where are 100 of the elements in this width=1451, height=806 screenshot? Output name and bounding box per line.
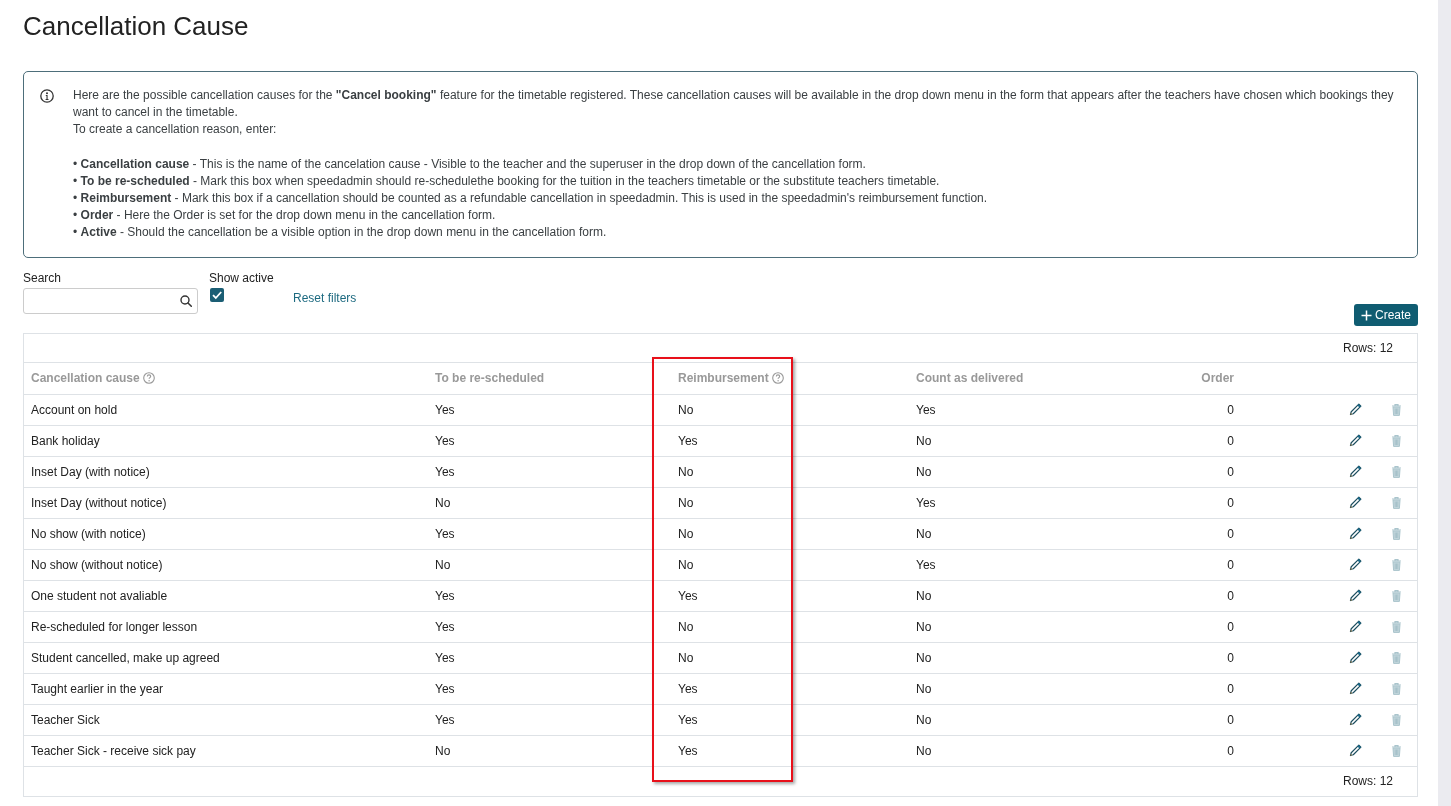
table-cell: Taught earlier in the year [24,673,428,704]
table-cell: No [909,642,1161,673]
table-cell: No [909,611,1161,642]
table-cell: No [671,394,909,425]
pencil-icon[interactable] [1349,681,1362,695]
help-icon[interactable] [771,372,784,385]
column-header[interactable]: Count as delivered [916,371,1024,386]
table-cell: Yes [428,580,671,611]
table-cell: No [671,518,909,549]
table-cell: 0 [1161,642,1241,673]
column-header[interactable]: Cancellation cause [31,371,140,386]
info-bullet-item: • Active - Should the cancellation be a visible option in the drop down menu in the cancellation form. [73,224,608,241]
table-cell: 0 [1161,394,1241,425]
table-cell: Yes [428,673,671,704]
trash-icon[interactable] [1391,588,1402,602]
table-cell: Yes [428,704,671,735]
pencil-icon[interactable] [1349,433,1362,447]
pencil-icon[interactable] [1349,464,1362,478]
pencil-icon[interactable] [1349,650,1362,664]
pencil-icon[interactable] [1349,743,1362,757]
pencil-icon[interactable] [1349,588,1362,602]
table-cell: Yes [671,735,909,766]
trash-icon[interactable] [1391,433,1402,447]
trash-icon[interactable] [1391,495,1402,509]
table-cell: Yes [428,456,671,487]
table-cell: Yes [909,487,1161,518]
pencil-icon[interactable] [1349,619,1362,633]
table-cell: No [671,487,909,518]
search-icon[interactable] [180,295,192,307]
table-cell: No show (with notice) [24,518,428,549]
table-cell: No [671,611,909,642]
table-cell: 0 [1161,611,1241,642]
table-cell: No [671,456,909,487]
trash-icon[interactable] [1391,681,1402,695]
column-header[interactable]: Reimbursement [678,371,769,386]
trash-icon[interactable] [1391,557,1402,571]
table-cell: 0 [1161,735,1241,766]
pencil-icon[interactable] [1349,526,1362,540]
trash-icon[interactable] [1391,743,1402,757]
table-cell: Yes [428,642,671,673]
row-count: Rows: 12 [1342,773,1393,788]
table-cell: Yes [909,394,1161,425]
table-cell: No show (without notice) [24,549,428,580]
table-cell: No [428,487,671,518]
table-cell: No [909,518,1161,549]
table-cell: No [671,549,909,580]
info-bullet-item: • Reimbursement - Mark this box if a cancellation should be counted as a refundable cancellation in speedadmin. This is used in the speedadmin's reimbursement function. [73,190,989,207]
table-cell: No [909,704,1161,735]
table-cell: No [909,456,1161,487]
trash-icon[interactable] [1391,464,1402,478]
table-cell: Yes [428,518,671,549]
info-text: Here are the possible cancellation causes for the "Cancel booking" feature for the timetable registered. These cancellation causes will be available in the drop down menu in the form that appears after the teachers have chosen which bookings they want to cancel in the timetable. [73,87,1395,121]
table-cell: Yes [428,394,671,425]
column-header[interactable]: Order [1201,371,1234,386]
table-cell: Yes [428,611,671,642]
trash-icon[interactable] [1391,526,1402,540]
table-cell: 0 [1161,549,1241,580]
table-cell: Teacher Sick - receive sick pay [24,735,428,766]
help-icon[interactable] [142,372,155,385]
trash-icon[interactable] [1391,712,1402,726]
table-cell: Bank holiday [24,425,428,456]
pencil-icon[interactable] [1349,495,1362,509]
table-cell: Yes [671,580,909,611]
plus-icon [1360,309,1372,321]
field-label: Search [23,271,63,285]
pencil-icon[interactable] [1349,557,1362,571]
table-cell: 0 [1161,456,1241,487]
create-button[interactable]: Create [1353,304,1418,326]
trash-icon[interactable] [1391,650,1402,664]
table-cell: 0 [1161,518,1241,549]
pencil-icon[interactable] [1349,712,1362,726]
reset-filters-link[interactable]: Reset filters [293,291,357,305]
info-bullet-item: • Cancellation cause - This is the name of the cancelation cause - Visible to the teacher and the superuser in the drop down of the cancellation form. [73,156,867,173]
column-header[interactable]: To be re-scheduled [435,371,545,386]
table-cell: 0 [1161,580,1241,611]
table-cell: No [909,425,1161,456]
table-cell: Inset Day (without notice) [24,487,428,518]
table-cell: Re-scheduled for longer lesson [24,611,428,642]
trash-icon[interactable] [1391,402,1402,416]
table-cell: Inset Day (with notice) [24,456,428,487]
table-cell: One student not avaliable [24,580,428,611]
table-cell: 0 [1161,673,1241,704]
table-cell: Teacher Sick [24,704,428,735]
info-text: To create a cancellation reason, enter: [73,121,278,138]
table-cell: Student cancelled, make up agreed [24,642,428,673]
info-bullet-item: • To be re-scheduled - Mark this box when speedadmin should re-schedulethe booking for the tuition in the teachers timetable or the substitute teachers timetable. [73,173,941,190]
page-title: Cancellation Cause [23,10,250,42]
info-bullet-item: • Order - Here the Order is set for the drop down menu in the cancellation form. [73,207,497,224]
row-count: Rows: 12 [1342,341,1393,355]
table-cell: No [428,735,671,766]
table-cell: No [909,580,1161,611]
table-cell: 0 [1161,704,1241,735]
search-field[interactable] [23,288,198,314]
table-cell: Yes [909,549,1161,580]
table-cell: Account on hold [24,394,428,425]
trash-icon[interactable] [1391,619,1402,633]
table-cell: Yes [671,673,909,704]
pencil-icon[interactable] [1349,402,1362,416]
table-cell: 0 [1161,425,1241,456]
show-active-checkbox[interactable] [210,288,224,302]
